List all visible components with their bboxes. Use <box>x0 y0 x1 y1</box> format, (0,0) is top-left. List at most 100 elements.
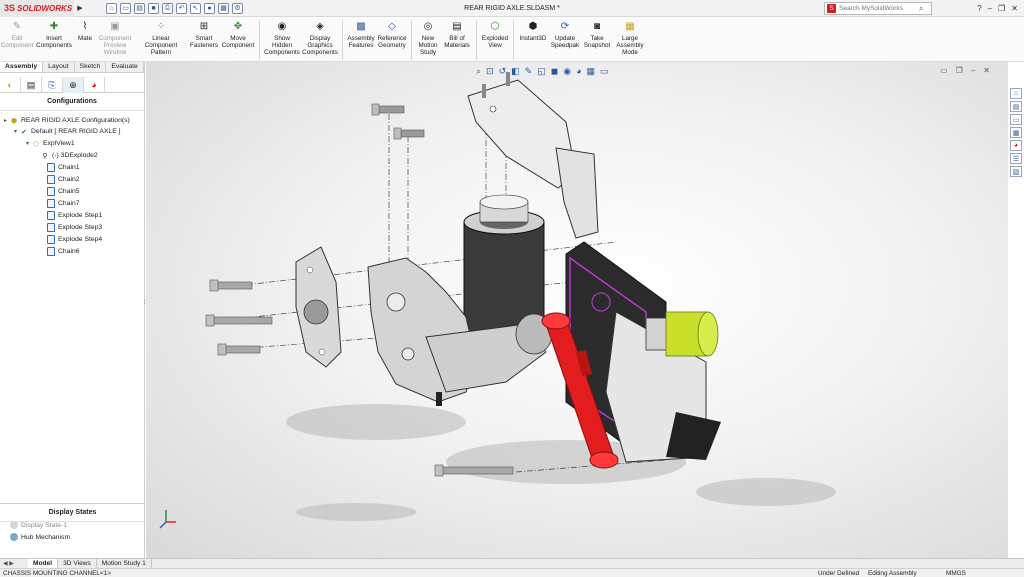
tree-node-explode-step1[interactable]: Explode Step1 <box>46 210 102 221</box>
bolt-left-2 <box>206 315 272 326</box>
component-preview-window-button[interactable]: ▣Component Preview Window <box>96 20 134 56</box>
tree-node-chain1[interactable]: Chain1 <box>46 162 80 173</box>
custom-properties-icon[interactable]: ☰ <box>1010 153 1022 164</box>
tree-node-chain5[interactable]: Chain5 <box>46 186 80 197</box>
tab-model[interactable]: Model <box>28 559 58 569</box>
appearances-icon[interactable]: ◕ <box>1010 140 1022 151</box>
display-state-item[interactable]: Hub Mechanism <box>10 533 70 541</box>
solidworks-forum-icon[interactable]: ▧ <box>1010 166 1022 177</box>
tree-node-root[interactable]: ▸ ⬢ REAR RIGID AXLE Configuration(s) <box>2 115 130 126</box>
file-properties-icon[interactable]: ▦ <box>218 3 229 14</box>
zoom-area-icon[interactable]: ⊡ <box>486 66 494 77</box>
new-document-icon[interactable]: ▭ <box>120 3 131 14</box>
view-palette-icon[interactable]: ▦ <box>1010 127 1022 138</box>
explode-step-icon <box>47 211 55 220</box>
home-icon[interactable]: ⌂ <box>106 3 117 14</box>
tree-node-chain6[interactable]: Chain6 <box>46 246 80 257</box>
tab-motion-study[interactable]: Motion Study 1 <box>97 559 152 569</box>
large-assembly-mode-button[interactable]: ▦Large Assembly Mode <box>613 20 647 56</box>
move-component-icon: ✥ <box>231 20 245 33</box>
linear-component-pattern-button[interactable]: ⁘Linear Component Pattern <box>134 20 188 56</box>
tree-node-explview[interactable]: ▾ ⬡ ExplView1 <box>24 138 75 149</box>
view-orientation-icon[interactable]: ◱ <box>537 66 546 77</box>
tree-node-explode-step4[interactable]: Explode Step4 <box>46 234 102 245</box>
display-manager-tab-icon[interactable]: ◕ <box>84 77 105 93</box>
new-motion-study-button[interactable]: ◎New Motion Study <box>415 20 441 56</box>
insert-components-button[interactable]: ✚Insert Components <box>34 20 74 49</box>
status-selected-component: CHASSIS MOUNTING CHANNEL<1> <box>3 569 111 577</box>
section-view-icon[interactable]: ◧ <box>511 66 520 77</box>
menu-expand-arrow-icon[interactable]: ▶ <box>74 4 86 12</box>
mate-button[interactable]: ⌇Mate <box>74 20 96 42</box>
property-manager-tab-icon[interactable]: ▤ <box>21 77 42 93</box>
explode-step-icon <box>47 235 55 244</box>
zoom-to-fit-icon[interactable]: ⌕ <box>476 66 481 77</box>
viewport-minimize-icon[interactable]: – <box>971 66 975 75</box>
tree-node-chain7[interactable]: Chain7 <box>46 198 80 209</box>
show-hidden-components-button[interactable]: ◉Show Hidden Components <box>263 20 301 56</box>
minimize-icon[interactable]: – <box>988 4 992 13</box>
close-icon[interactable]: ✕ <box>1011 4 1018 13</box>
options-gear-icon[interactable]: ⚙ <box>232 3 243 14</box>
restore-icon[interactable]: ❐ <box>998 4 1005 13</box>
edit-appearance-icon[interactable]: ◕ <box>576 66 581 77</box>
viewport-tile-icon[interactable]: ❐ <box>956 66 963 75</box>
take-snapshot-button[interactable]: ◙Take Snapshot <box>581 20 613 49</box>
exploded-view-button[interactable]: ⬡Exploded View <box>480 20 510 49</box>
solidworks-logo[interactable]: 3S SOLIDWORKS <box>0 0 74 17</box>
edit-component-button[interactable]: ✎Edit Component <box>0 20 34 49</box>
tab-assembly[interactable]: Assembly <box>0 62 43 72</box>
design-library-icon[interactable]: ▤ <box>1010 101 1022 112</box>
tree-node-chain2[interactable]: Chain2 <box>46 174 80 185</box>
tab-3d-views[interactable]: 3D Views <box>58 559 97 569</box>
status-definition: Under Defined <box>818 569 859 577</box>
save-icon[interactable]: ■ <box>148 3 159 14</box>
view-settings-icon[interactable]: ▭ <box>600 66 609 77</box>
drive-motor <box>646 312 718 356</box>
configuration-manager-tab-icon[interactable]: ⎘ <box>42 77 63 93</box>
graphics-viewport[interactable]: ⌕ ⊡ ↺ ◧ ✎ ◱ ◼ ◉ ◕ ▦ ▭ ▭ ❐ – ✕ <box>146 62 1008 558</box>
display-style-icon[interactable]: ◼ <box>551 66 558 77</box>
viewport-restore-icon[interactable]: ▭ <box>940 66 948 75</box>
previous-view-icon[interactable]: ↺ <box>499 66 507 77</box>
hide-show-items-icon[interactable]: ◉ <box>563 66 571 77</box>
tree-node-default-config[interactable]: ▾ ✔ Default [ REAR RIGID AXLE ] <box>12 126 121 137</box>
reference-geometry-icon: ◇ <box>385 20 399 33</box>
viewport-close-icon[interactable]: ✕ <box>983 66 990 75</box>
collapse-arrow-icon[interactable]: ▾ <box>24 140 31 147</box>
instant3d-button[interactable]: ⬢Instant3D <box>517 20 549 42</box>
open-folder-icon[interactable]: ▤ <box>134 3 145 14</box>
apply-scene-icon[interactable]: ▦ <box>587 66 596 77</box>
tab-scroll-arrows-icon[interactable]: ◀ ▶ <box>0 560 28 567</box>
rebuild-icon[interactable]: ● <box>204 3 215 14</box>
search-input[interactable] <box>839 5 919 12</box>
smart-fasteners-button[interactable]: ⊞Smart Fasteners <box>188 20 220 49</box>
tab-layout[interactable]: Layout <box>43 62 74 72</box>
update-speedpak-button[interactable]: ⟳Update Speedpak <box>549 20 581 49</box>
search-icon[interactable]: ⌕ <box>919 4 923 14</box>
undo-icon[interactable]: ↶ <box>176 3 187 14</box>
dimxpert-manager-tab-icon[interactable]: ⊕ <box>63 77 84 93</box>
pattern-icon: ⁘ <box>154 20 168 33</box>
display-graphics-components-button[interactable]: ◈Display Graphics Components <box>301 20 339 56</box>
dynamic-annotation-icon[interactable]: ✎ <box>525 66 533 77</box>
feature-manager-tab-icon[interactable]: ◐ <box>0 77 21 93</box>
collapse-arrow-icon[interactable]: ▾ <box>12 128 19 135</box>
print-icon[interactable]: ⎙ <box>162 3 173 14</box>
tab-sketch[interactable]: Sketch <box>75 62 107 72</box>
select-arrow-icon[interactable]: ↖ <box>190 3 201 14</box>
file-explorer-icon[interactable]: ▭ <box>1010 114 1022 125</box>
help-icon[interactable]: ? <box>977 4 981 13</box>
bill-of-materials-button[interactable]: ▤Bill of Materials <box>441 20 473 49</box>
reference-geometry-button[interactable]: ◇Reference Geometry <box>376 20 408 49</box>
assembly-features-button[interactable]: ▩Assembly Features <box>346 20 376 49</box>
tab-evaluate[interactable]: Evaluate <box>106 62 143 72</box>
move-component-button[interactable]: ✥Move Component <box>220 20 256 49</box>
tree-node-3dexplode[interactable]: ⚲ (-) 3DExplode2 <box>40 150 98 161</box>
collapse-arrow-icon[interactable]: ▸ <box>2 117 9 124</box>
tree-node-explode-step3[interactable]: Explode Step3 <box>46 222 102 233</box>
search-box[interactable]: S ⌕ <box>824 2 932 15</box>
display-state-item[interactable]: Display State-1 <box>10 521 67 529</box>
solidworks-resources-icon[interactable]: ⌂ <box>1010 88 1022 99</box>
status-units[interactable]: MMGS <box>946 569 966 577</box>
